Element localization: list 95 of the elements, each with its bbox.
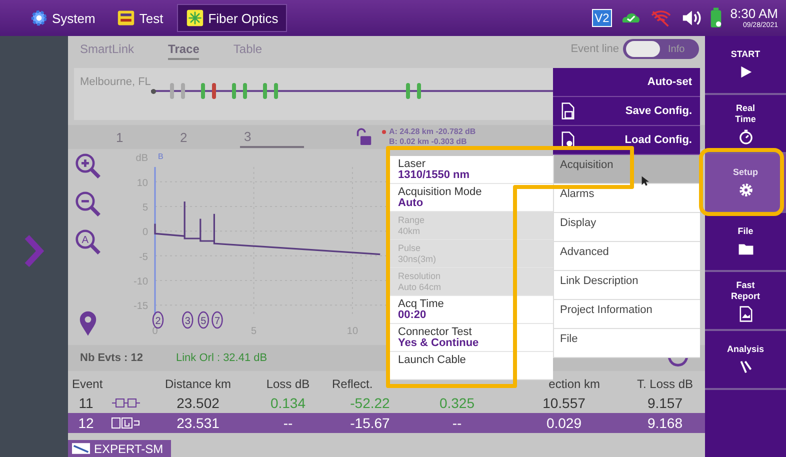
event-number-marker[interactable]: 5 xyxy=(198,311,210,329)
app-tab[interactable]: System xyxy=(22,4,104,32)
event-marker[interactable] xyxy=(170,83,174,99)
table-cell-text: 12 xyxy=(77,414,95,433)
menu-item[interactable]: Alarms xyxy=(553,184,700,213)
sidebar-button[interactable]: File xyxy=(705,213,786,272)
column-header: Event xyxy=(71,377,104,393)
save-file-icon xyxy=(561,102,575,120)
table-cell-text: -- xyxy=(451,414,463,433)
version-badge: V2 xyxy=(592,9,612,27)
table-cell-text: 9.157 xyxy=(646,394,684,413)
menu-item[interactable]: Link Description xyxy=(553,271,700,300)
cursor-line[interactable] xyxy=(154,167,156,315)
laser-icon xyxy=(186,9,204,27)
battery-icon xyxy=(710,7,722,29)
mouse-pointer-icon xyxy=(641,175,649,187)
settings-icon xyxy=(738,182,754,198)
menu-action[interactable]: Auto-set xyxy=(553,68,700,97)
column-header: T. Loss dB xyxy=(636,377,694,393)
table-cell-text: 0.029 xyxy=(545,414,583,433)
module-icon xyxy=(117,9,136,27)
column-header: Distance km xyxy=(164,377,232,393)
event-number-marker[interactable]: 2 xyxy=(152,311,164,329)
table-cell-text: 23.531 xyxy=(176,414,220,433)
column-header: Reflect. xyxy=(331,377,374,393)
event-number-marker[interactable]: 3 xyxy=(182,311,194,329)
tool-icon xyxy=(738,359,754,375)
table-cell-text: 9.168 xyxy=(646,414,684,433)
link-orl: Link Orl : 32.41 dB xyxy=(176,352,268,364)
table-cell-text: 23.502 xyxy=(176,394,220,413)
event-number-marker[interactable]: 7 xyxy=(212,311,223,329)
menu-item[interactable]: Advanced xyxy=(553,242,700,271)
cursor-dot xyxy=(382,130,386,134)
app-tab[interactable]: Fiber Optics xyxy=(177,4,288,32)
menu-action[interactable]: Save Config. xyxy=(553,97,700,126)
cursor-a-reading: A: 24.28 km -20.782 dB xyxy=(389,127,476,137)
setting-label: Connector Test xyxy=(398,327,473,338)
column-header: ection km xyxy=(548,377,601,393)
menu-item[interactable]: File xyxy=(553,329,700,358)
document-icon xyxy=(738,306,754,322)
sidebar-button[interactable]: Fast Report xyxy=(705,272,786,331)
event-marker[interactable] xyxy=(262,83,267,99)
zoom-out-icon[interactable] xyxy=(75,191,101,217)
clock-time: 8:30 AM xyxy=(730,7,778,20)
table-cell-text: 10.557 xyxy=(542,394,586,413)
table-cell-text: -52.22 xyxy=(349,394,391,413)
setting-value: 00:20 xyxy=(398,310,428,321)
table-cell-text: -- xyxy=(282,414,294,433)
table-row[interactable]: 12 23.531 -- -15.67 -- 0.029 9.168 xyxy=(68,413,705,433)
speaker-icon xyxy=(680,9,702,27)
location-label: Melbourne, FL xyxy=(80,76,151,88)
menu-item[interactable]: Display xyxy=(553,213,700,242)
table-cell-text: 11 xyxy=(78,394,94,413)
folder-icon xyxy=(738,241,754,257)
setting-value: Auto xyxy=(398,198,424,209)
app-tab[interactable]: Test xyxy=(109,4,172,32)
event-marker[interactable] xyxy=(200,83,205,99)
wifi-off-icon xyxy=(650,9,672,27)
setting-label: Launch Cable xyxy=(398,355,467,366)
gear-icon xyxy=(30,9,48,27)
setting-label: Laser xyxy=(398,159,427,170)
cursor-b-reading: B: 0.02 km -0.303 dB xyxy=(389,137,468,147)
table-cell-text: -15.67 xyxy=(349,414,391,433)
sidebar-button[interactable]: Setup xyxy=(705,154,786,213)
test-mode-tab[interactable]: EXPERT-SM xyxy=(68,440,172,457)
sidebar-button[interactable]: START xyxy=(705,36,786,95)
column-header: Loss dB xyxy=(265,377,311,393)
setting-label: Acquisition Mode xyxy=(398,187,483,198)
event-marker[interactable] xyxy=(416,83,421,99)
setting-value: Yes & Continue xyxy=(398,338,480,349)
event-line-label: Event line xyxy=(570,43,619,55)
table-cell-text: 0.325 xyxy=(438,394,476,413)
table-cell-text: 0.134 xyxy=(269,394,307,413)
lock-icon[interactable] xyxy=(356,128,372,146)
load-file-icon xyxy=(561,131,575,149)
event-marker[interactable] xyxy=(274,83,278,99)
chevron-right-icon[interactable] xyxy=(24,234,44,268)
zoom-in-icon[interactable] xyxy=(75,153,101,179)
menu-action[interactable]: Load Config. xyxy=(553,126,700,155)
event-marker[interactable] xyxy=(232,83,236,99)
map-pin-icon[interactable] xyxy=(79,311,97,337)
event-marker[interactable] xyxy=(180,83,185,99)
menu-item[interactable]: Acquisition xyxy=(553,155,700,184)
setting-value: 1310/1550 nm xyxy=(398,170,471,181)
cursor-label: B xyxy=(158,152,164,161)
event-marker[interactable] xyxy=(242,83,247,99)
setting-row[interactable]: Launch Cable xyxy=(390,352,553,380)
event-count: Nb Evts : 12 xyxy=(80,352,144,364)
menu-item[interactable]: Project Information xyxy=(553,300,700,329)
stopwatch-icon xyxy=(738,128,754,144)
event-marker[interactable] xyxy=(212,83,216,99)
event-marker[interactable] xyxy=(406,83,410,99)
trace-icon xyxy=(72,443,90,454)
setting-label: Acq Time xyxy=(398,299,445,310)
sidebar-button[interactable]: Analysis xyxy=(705,331,786,390)
